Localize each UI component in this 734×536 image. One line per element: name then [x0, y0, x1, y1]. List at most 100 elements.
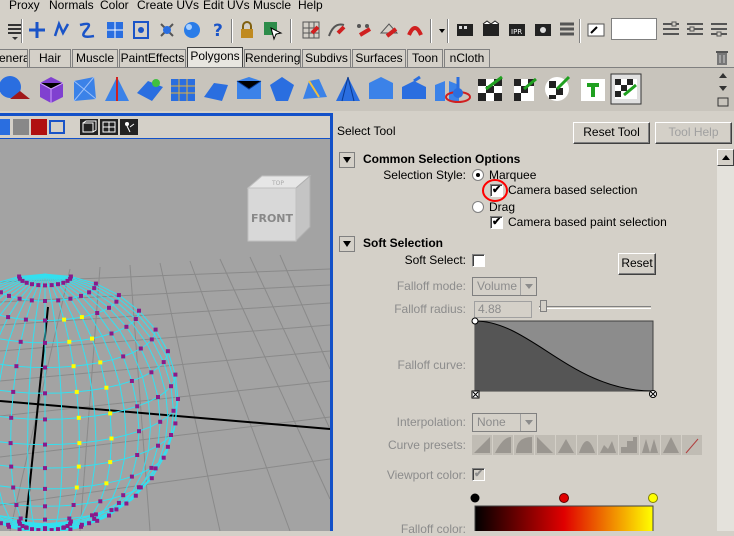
tool-help-button[interactable]: Tool Help [655, 122, 732, 144]
vertex[interactable] [43, 340, 47, 345]
help-question-icon[interactable]: ? [207, 19, 229, 41]
selected-vertex[interactable] [62, 317, 67, 322]
camera-paint-selection-checkbox[interactable]: ✔ [490, 216, 503, 229]
vertex[interactable] [116, 293, 121, 298]
tab-toon[interactable]: Toon [407, 49, 443, 67]
vertex[interactable] [6, 315, 11, 320]
vertex[interactable] [137, 308, 141, 313]
vertex[interactable] [43, 504, 47, 509]
vertex[interactable] [149, 465, 154, 470]
view-cube[interactable]: FRONT TOP [246, 174, 312, 243]
vertex[interactable] [0, 290, 3, 295]
tab-ncloth[interactable]: nCloth [444, 49, 490, 67]
combine-icon[interactable] [200, 73, 232, 105]
reset-tool-button[interactable]: Reset Tool [573, 122, 650, 144]
poly-cube-icon[interactable] [35, 73, 67, 105]
vertex[interactable] [6, 522, 11, 527]
selected-vertex[interactable] [98, 360, 103, 365]
vertex[interactable] [43, 283, 47, 288]
vertex[interactable] [107, 305, 111, 310]
vertex[interactable] [98, 499, 103, 504]
vertex[interactable] [11, 485, 16, 490]
render-sphere-icon[interactable] [181, 19, 203, 41]
selected-vertex[interactable] [108, 460, 113, 465]
lasso-icon[interactable] [51, 19, 73, 41]
tool-settings-scrollbar[interactable] [717, 149, 734, 531]
vertex[interactable] [43, 391, 47, 396]
vertex[interactable] [135, 404, 140, 409]
menu-edit-uvs[interactable]: Edit UVs [203, 0, 250, 12]
vertex[interactable] [0, 521, 3, 526]
curve-preset-icon[interactable] [556, 435, 576, 455]
collapse-arrow-icon[interactable] [339, 236, 355, 252]
render-frame-icon[interactable] [454, 19, 476, 41]
vertex[interactable] [43, 466, 47, 471]
vertex[interactable] [90, 513, 94, 518]
curve-preset-icon[interactable] [472, 435, 492, 455]
smooth-icon[interactable] [299, 73, 331, 105]
trash-icon[interactable] [714, 48, 730, 66]
vertex[interactable] [93, 512, 98, 517]
vertex[interactable] [95, 518, 100, 523]
vertex[interactable] [135, 453, 140, 457]
vertex[interactable] [71, 503, 76, 507]
menu-help[interactable]: Help [298, 0, 323, 12]
tab-subdivs[interactable]: Subdivs [302, 49, 351, 67]
shaded-icon[interactable] [0, 119, 10, 135]
falloff-radius-slider-track[interactable] [539, 306, 651, 309]
vertex[interactable] [95, 311, 100, 315]
tab-muscle[interactable]: Muscle [72, 49, 118, 67]
vertex[interactable] [93, 281, 98, 286]
vertex[interactable] [43, 442, 47, 447]
vertex[interactable] [23, 317, 28, 322]
falloff-curve-graph[interactable] [471, 317, 657, 399]
vertex[interactable] [114, 507, 119, 512]
uv-editor-icon[interactable] [610, 73, 642, 105]
tab-hair[interactable]: Hair [29, 49, 71, 67]
menu-create-uvs[interactable]: Create UVs [137, 0, 199, 12]
vertex[interactable] [18, 516, 23, 521]
ipr-icon[interactable]: IPR [506, 19, 528, 41]
vertex[interactable] [30, 527, 34, 531]
vertex[interactable] [138, 346, 143, 351]
vertex[interactable] [87, 290, 92, 295]
attribute-editor-icon[interactable] [660, 19, 682, 41]
vertex[interactable] [67, 516, 72, 521]
numeric-input-field[interactable] [611, 18, 657, 40]
vertex[interactable] [173, 421, 178, 426]
select-object-icon[interactable] [261, 19, 283, 41]
vertex[interactable] [14, 503, 19, 507]
tab-general[interactable]: eneral [0, 49, 28, 67]
vertex[interactable] [7, 293, 11, 298]
tab-polygons[interactable]: Polygons [187, 47, 243, 67]
vertex[interactable] [92, 286, 97, 291]
vertex[interactable] [161, 360, 166, 365]
vertex[interactable] [129, 474, 134, 479]
falloff-radius-field[interactable]: 4.88 [474, 301, 532, 318]
vertex[interactable] [176, 397, 180, 401]
vertex[interactable] [56, 298, 61, 303]
selected-vertex[interactable] [74, 485, 79, 490]
vertex[interactable] [56, 527, 60, 531]
curve-preset-icon[interactable] [493, 435, 513, 455]
vertex[interactable] [114, 299, 119, 304]
selected-vertex[interactable] [71, 364, 76, 369]
vertex[interactable] [30, 282, 34, 287]
curve-icon[interactable] [76, 19, 98, 41]
poly-plane-icon[interactable] [134, 73, 166, 105]
uv-automatic-icon[interactable] [577, 73, 609, 105]
selected-vertex[interactable] [76, 464, 81, 469]
snap-view-plane-icon[interactable] [378, 19, 400, 41]
selected-vertex[interactable] [90, 336, 94, 341]
curve-preset-icon[interactable] [535, 435, 555, 455]
vertex[interactable] [149, 370, 154, 375]
vertex[interactable] [36, 283, 41, 288]
input-mode-icon[interactable] [585, 19, 607, 41]
frame-selection-icon[interactable] [48, 119, 66, 135]
vertex[interactable] [149, 476, 154, 481]
vertex[interactable] [14, 364, 19, 369]
extract-icon[interactable] [266, 73, 298, 105]
snap-grid-icon[interactable] [300, 19, 322, 41]
poly-sphere-icon[interactable] [0, 73, 32, 105]
falloff-color-ramp[interactable] [469, 491, 659, 531]
